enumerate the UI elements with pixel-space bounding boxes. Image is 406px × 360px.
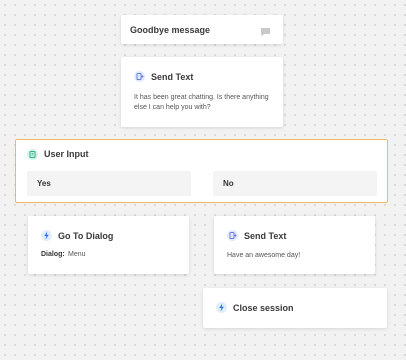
send-text-title: Send Text xyxy=(151,72,194,82)
option-no[interactable]: No xyxy=(213,171,377,196)
lightning-icon xyxy=(41,230,52,241)
go-to-dialog-node[interactable]: Go To Dialog Dialog: Menu xyxy=(28,216,189,274)
go-to-dialog-title: Go To Dialog xyxy=(58,231,114,241)
send-text-node-2[interactable]: Send Text Have an awesome day! xyxy=(214,216,375,274)
send-text-node[interactable]: Send Text It has been great chatting. Is… xyxy=(121,57,283,127)
dialog-field-label: Dialog: xyxy=(41,251,65,258)
dialog-field-value: Menu xyxy=(68,251,86,258)
send-text-icon xyxy=(134,71,145,82)
lightning-icon xyxy=(216,302,227,313)
close-session-title: Close session xyxy=(233,303,294,313)
send-text-title-2: Send Text xyxy=(244,231,287,241)
send-text-message: It has been great chatting. Is there any… xyxy=(134,94,269,111)
send-text-message-2: Have an awesome day! xyxy=(227,252,301,259)
close-session-node[interactable]: Close session xyxy=(203,288,387,328)
goodbye-message-node[interactable]: Goodbye message xyxy=(121,15,283,44)
user-input-node[interactable]: User Input Yes No xyxy=(15,139,388,203)
send-text-icon xyxy=(227,230,238,241)
user-input-title: User Input xyxy=(44,149,89,159)
option-yes[interactable]: Yes xyxy=(27,171,191,196)
user-input-icon xyxy=(27,149,38,160)
chat-bubble-icon xyxy=(260,24,271,42)
goodbye-message-title: Goodbye message xyxy=(130,25,211,35)
